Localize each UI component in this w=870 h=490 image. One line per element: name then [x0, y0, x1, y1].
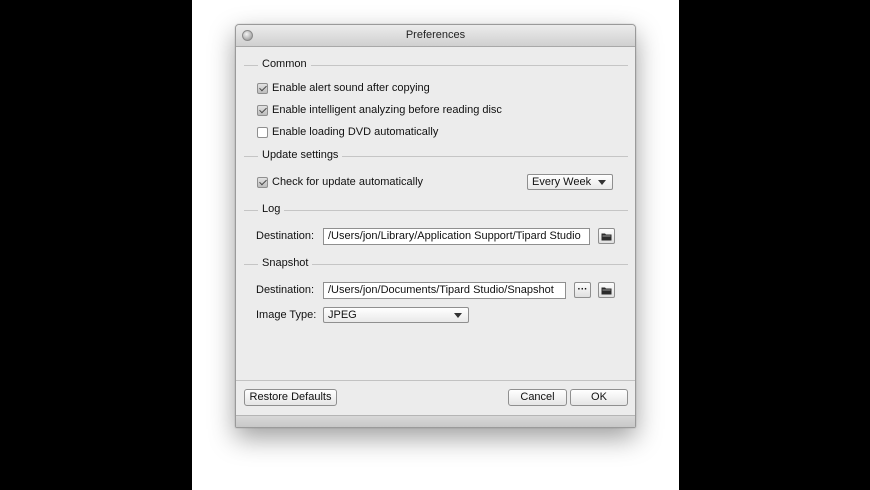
log-divider [244, 210, 628, 211]
window-bottom-bar [236, 415, 635, 427]
image-type-select[interactable]: JPEG [323, 307, 469, 323]
log-destination-field[interactable]: /Users/jon/Library/Application Support/T… [323, 228, 590, 245]
intelligent-checkbox[interactable] [257, 104, 268, 116]
bottom-divider [236, 380, 635, 381]
more-icon: ··· [577, 284, 588, 295]
chevron-down-icon [598, 180, 606, 185]
log-destination-label: Destination: [256, 230, 315, 242]
snapshot-browse-button[interactable] [598, 282, 615, 298]
update-heading: Update settings [258, 149, 343, 161]
log-heading: Log [258, 203, 285, 215]
snapshot-destination-label: Destination: [256, 284, 315, 296]
alert-sound-label: Enable alert sound after copying [272, 82, 430, 94]
check-update-label: Check for update automatically [272, 176, 424, 188]
image-type-value: JPEG [328, 309, 357, 321]
preferences-window: Preferences Common Enable alert sound af… [235, 24, 636, 428]
snapshot-destination-field[interactable]: /Users/jon/Documents/Tipard Studio/Snaps… [323, 282, 566, 299]
chevron-down-icon [454, 313, 462, 318]
title-bar[interactable]: Preferences [236, 25, 635, 47]
intelligent-row[interactable]: Enable intelligent analyzing before read… [257, 102, 502, 118]
alert-sound-checkbox[interactable] [257, 82, 268, 94]
folder-icon [601, 233, 612, 240]
snapshot-more-button[interactable]: ··· [574, 282, 591, 298]
common-heading: Common [258, 58, 311, 70]
restore-defaults-button[interactable]: Restore Defaults [244, 389, 337, 406]
snapshot-heading: Snapshot [258, 257, 313, 269]
loading-dvd-label: Enable loading DVD automatically [272, 126, 439, 138]
image-type-label: Image Type: [256, 309, 317, 321]
loading-dvd-checkbox[interactable] [257, 126, 268, 138]
folder-icon [601, 287, 612, 294]
window-title: Preferences [405, 29, 466, 41]
cancel-button[interactable]: Cancel [508, 389, 567, 406]
update-frequency-select[interactable]: Every Week [527, 174, 613, 190]
loading-dvd-row[interactable]: Enable loading DVD automatically [257, 124, 438, 140]
intelligent-label: Enable intelligent analyzing before read… [272, 104, 502, 116]
log-browse-button[interactable] [598, 228, 615, 244]
alert-sound-row[interactable]: Enable alert sound after copying [257, 80, 430, 96]
ok-button[interactable]: OK [570, 389, 628, 406]
check-update-checkbox[interactable] [257, 176, 268, 188]
update-frequency-value: Every Week [532, 176, 592, 188]
check-update-row[interactable]: Check for update automatically [257, 174, 423, 190]
